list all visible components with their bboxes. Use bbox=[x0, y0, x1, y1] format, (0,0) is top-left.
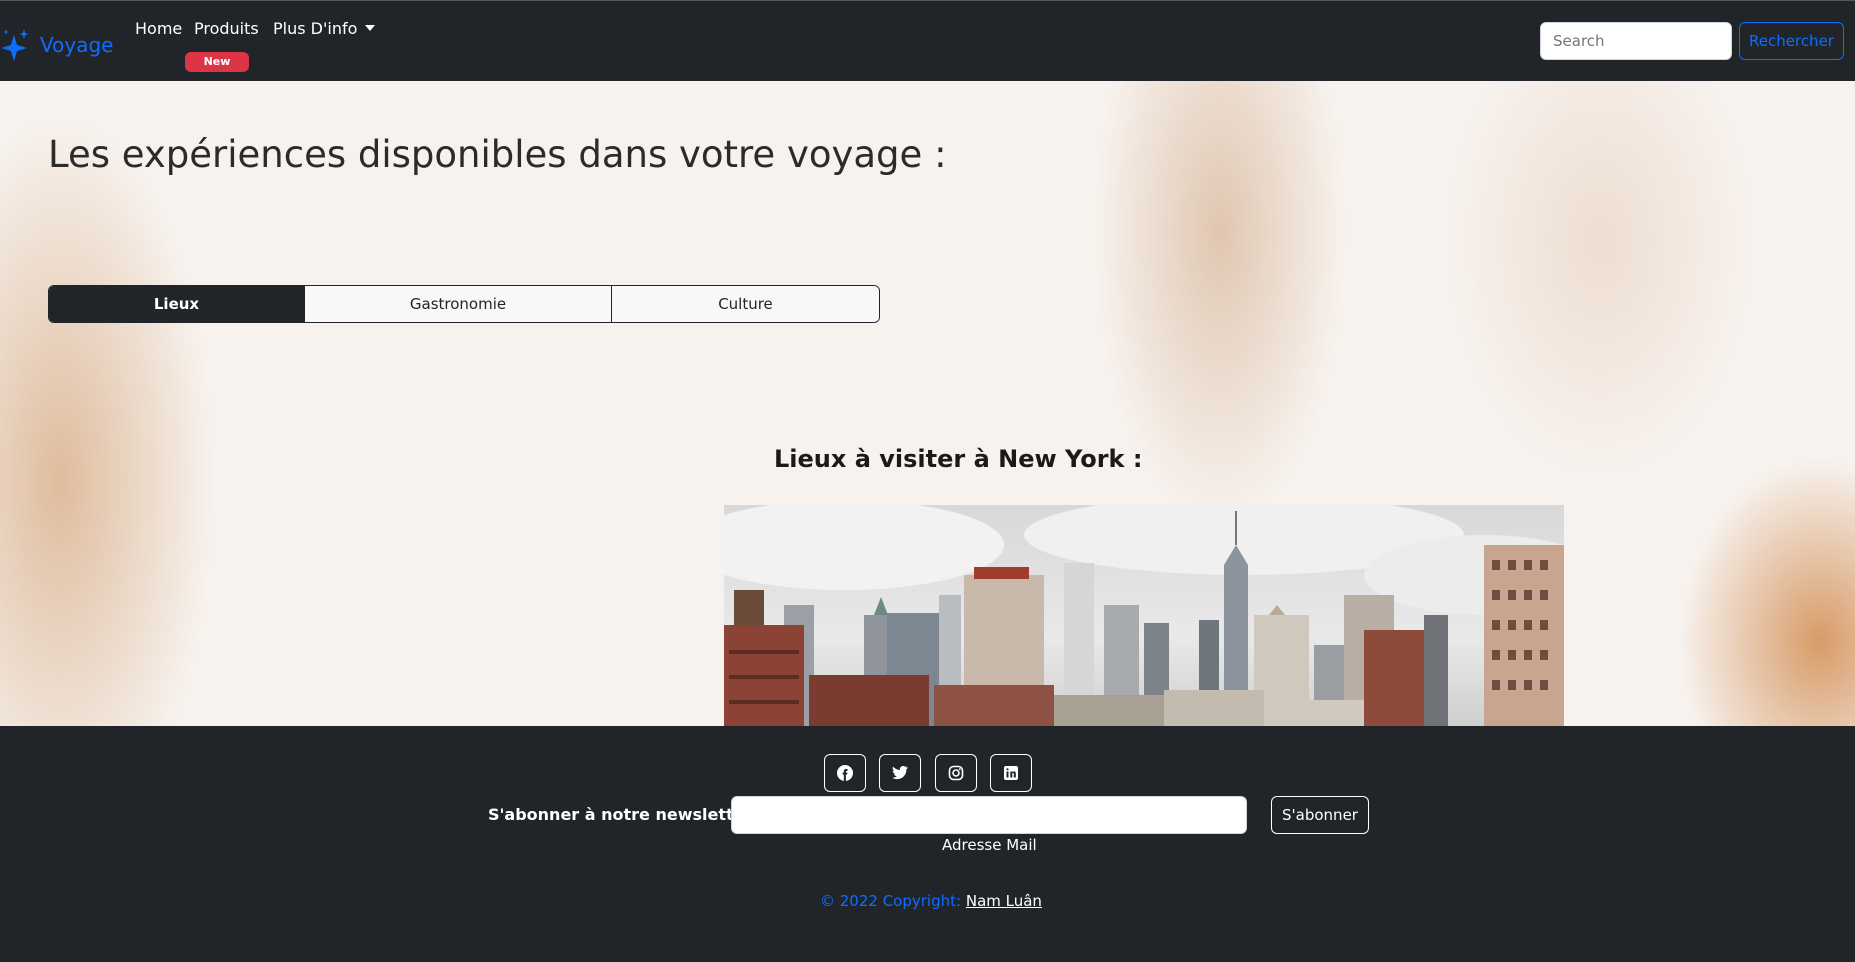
navbar: Voyage Home Produits New Plus D'info Rec… bbox=[0, 0, 1855, 81]
nav-plus-info-label: Plus D'info bbox=[273, 19, 358, 38]
tab-lieux[interactable]: Lieux bbox=[49, 286, 305, 322]
nav-produits[interactable]: Produits bbox=[194, 19, 259, 38]
facebook-icon[interactable] bbox=[824, 754, 866, 792]
search-button[interactable]: Rechercher bbox=[1739, 22, 1844, 60]
subscribe-button[interactable]: S'abonner bbox=[1271, 796, 1369, 834]
search-input[interactable] bbox=[1540, 22, 1732, 60]
brand-name: Voyage bbox=[40, 33, 114, 57]
main-content: Les expériences disponibles dans votre v… bbox=[0, 81, 1855, 726]
tab-culture[interactable]: Culture bbox=[612, 286, 879, 322]
sparkles-icon bbox=[0, 27, 30, 63]
twitter-icon[interactable] bbox=[879, 754, 921, 792]
section-heading: Lieux à visiter à New York : bbox=[774, 445, 1143, 473]
nav-plus-info-dropdown[interactable]: Plus D'info bbox=[273, 19, 376, 38]
copyright-link[interactable]: Nam Luân bbox=[966, 892, 1042, 910]
newsletter-label: S'abonner à notre newsletter bbox=[488, 805, 753, 824]
new-york-skyline-image bbox=[724, 505, 1564, 726]
caret-down-icon bbox=[365, 25, 376, 31]
brand-link[interactable]: Voyage bbox=[0, 27, 113, 63]
page-title: Les expériences disponibles dans votre v… bbox=[48, 133, 947, 176]
footer: S'abonner à notre newsletter Adresse Mai… bbox=[0, 726, 1855, 962]
tab-gastronomie[interactable]: Gastronomie bbox=[305, 286, 612, 322]
new-badge: New bbox=[185, 52, 249, 72]
nav-home[interactable]: Home bbox=[135, 19, 182, 38]
newsletter-email-input[interactable] bbox=[731, 796, 1247, 834]
copyright-text: © 2022 Copyright: bbox=[820, 892, 962, 910]
email-field-label: Adresse Mail bbox=[942, 836, 1037, 854]
copyright: © 2022 Copyright: Nam Luân bbox=[820, 892, 1042, 910]
instagram-icon[interactable] bbox=[935, 754, 977, 792]
linkedin-icon[interactable] bbox=[990, 754, 1032, 792]
experience-tabs: Lieux Gastronomie Culture bbox=[48, 285, 880, 323]
